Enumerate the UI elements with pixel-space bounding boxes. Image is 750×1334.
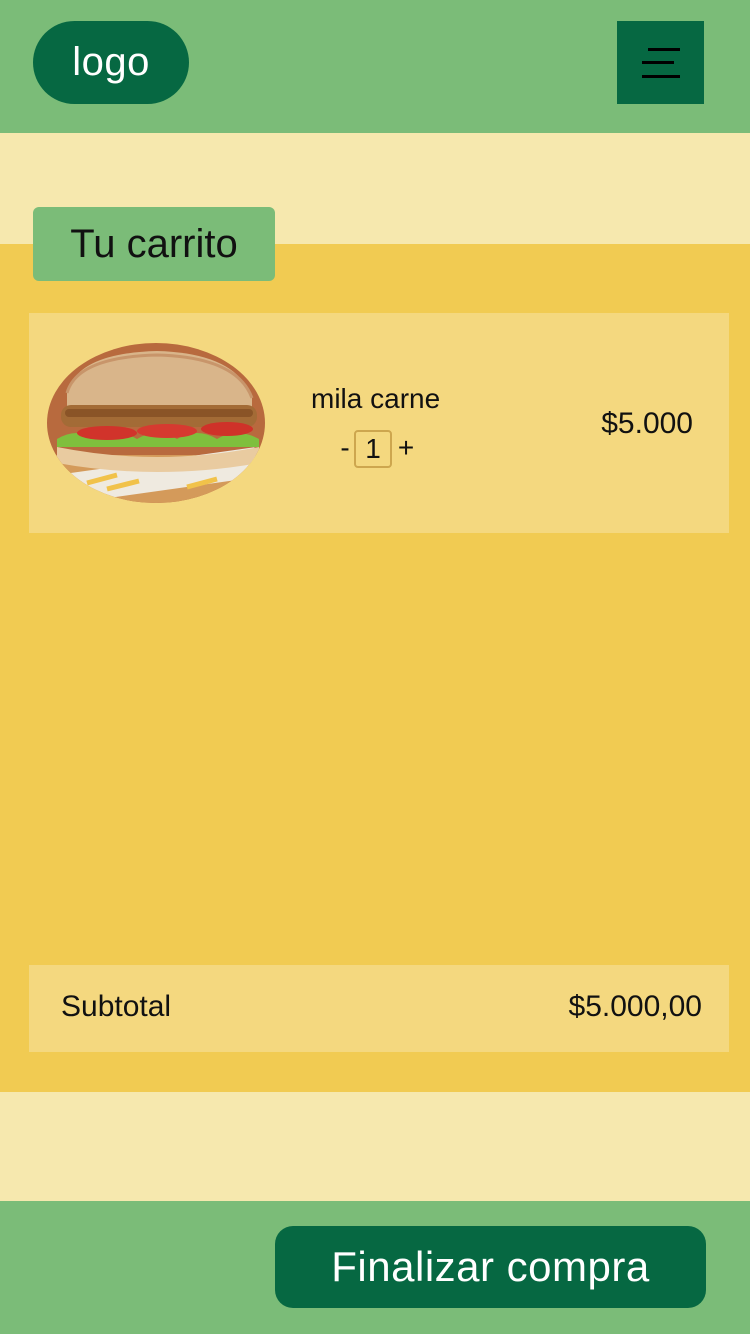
logo[interactable]: logo <box>33 21 189 104</box>
increase-quantity-button[interactable]: + <box>396 432 416 464</box>
hamburger-menu-icon <box>641 47 680 78</box>
checkout-button[interactable]: Finalizar compra <box>275 1226 706 1308</box>
decrease-quantity-button[interactable]: - <box>336 432 354 464</box>
sandwich-photo <box>47 343 265 503</box>
cart-title: Tu carrito <box>33 207 275 281</box>
cart-item-name: mila carne <box>311 383 441 414</box>
cart-item-price: $5.000 <box>601 407 693 440</box>
subtotal-value: $5.000,00 <box>568 990 702 1023</box>
subtotal-label: Subtotal <box>61 990 172 1023</box>
quantity-field[interactable]: 1 <box>354 430 392 468</box>
menu-button[interactable] <box>617 21 704 104</box>
